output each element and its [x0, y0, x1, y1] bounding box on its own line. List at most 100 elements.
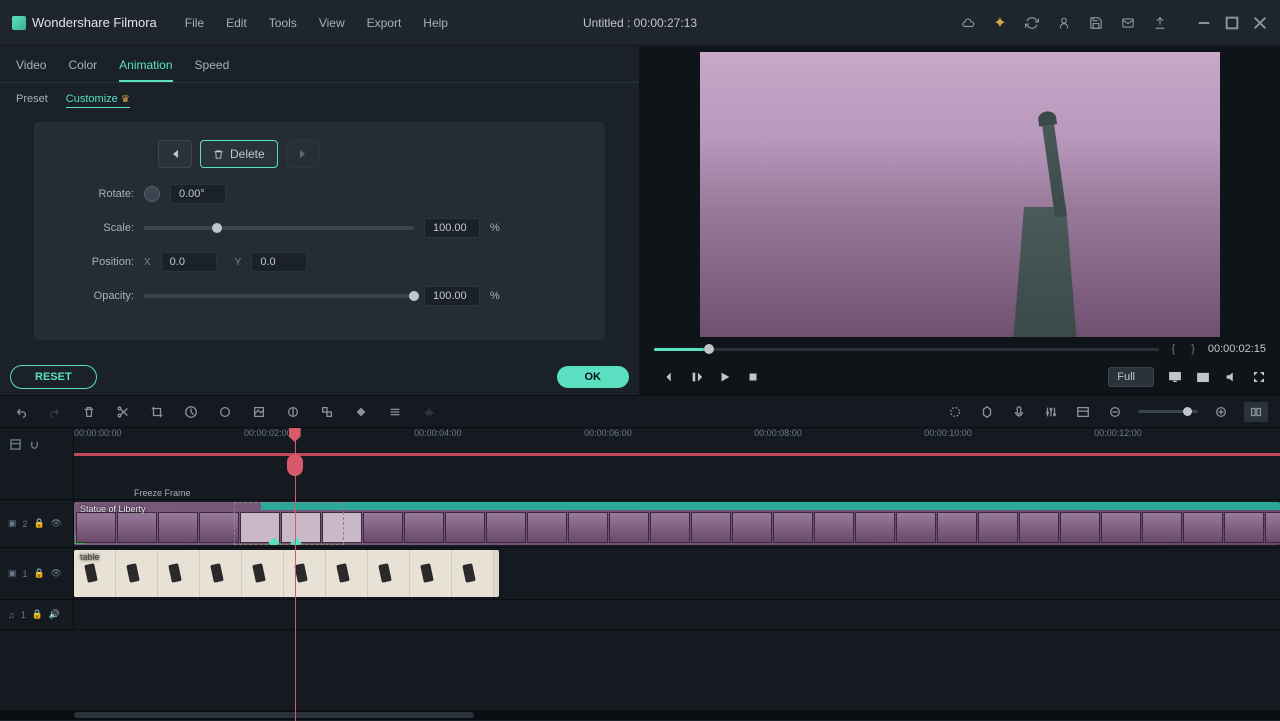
redo-icon[interactable] [46, 403, 64, 421]
track-type-icon: ♫ [8, 610, 15, 620]
position-x-input[interactable] [161, 252, 217, 272]
layout-icon[interactable] [1074, 403, 1092, 421]
snapshot-icon[interactable] [1196, 370, 1210, 384]
reset-button[interactable]: RESET [10, 365, 97, 389]
preview-viewport[interactable] [700, 52, 1220, 337]
effects-icon[interactable]: ✦ [992, 15, 1008, 31]
subtab-customize[interactable]: Customize ♛ [66, 93, 130, 108]
lock-icon[interactable]: 🔒 [34, 518, 45, 529]
timeline-ruler[interactable]: 00:00:00:00 00:00:02:00 00:00:04:00 00:0… [74, 428, 1280, 456]
upload-icon[interactable] [1152, 15, 1168, 31]
zoom-out-icon[interactable] [1106, 403, 1124, 421]
zoom-fit-icon[interactable] [1244, 402, 1268, 422]
timeline: 00:00:00:00 00:00:02:00 00:00:04:00 00:0… [0, 395, 1280, 720]
play-button[interactable] [718, 370, 732, 384]
title-right: ✦ [960, 15, 1268, 31]
timeline-scrollbar[interactable] [0, 710, 1280, 720]
clip-statue[interactable]: Statue of Liberty [74, 502, 1280, 545]
menu-help[interactable]: Help [413, 12, 458, 34]
maximize-button[interactable] [1224, 15, 1240, 31]
rotate-label: Rotate: [58, 188, 134, 200]
refresh-icon[interactable] [1024, 15, 1040, 31]
voice-icon[interactable] [1010, 403, 1028, 421]
titlebar: Wondershare Filmora File Edit Tools View… [0, 0, 1280, 46]
eye-icon[interactable]: 👁 [51, 568, 62, 579]
mixer-icon[interactable] [1042, 403, 1060, 421]
save-icon[interactable] [1088, 15, 1104, 31]
green-screen-icon[interactable] [250, 403, 268, 421]
menu-bar: File Edit Tools View Export Help [175, 12, 458, 34]
crown-icon: ♛ [121, 94, 130, 105]
tab-speed[interactable]: Speed [195, 54, 230, 82]
opacity-input[interactable] [424, 286, 480, 306]
clip-selection[interactable] [234, 502, 344, 545]
audio-sync-icon[interactable] [420, 403, 438, 421]
menu-file[interactable]: File [175, 12, 214, 34]
zoom-in-icon[interactable] [1212, 403, 1230, 421]
preview-timecode: 00:00:02:15 [1208, 343, 1266, 355]
split-icon[interactable] [114, 403, 132, 421]
stop-button[interactable] [746, 370, 760, 384]
marker-icon[interactable] [978, 403, 996, 421]
minimize-button[interactable] [1196, 15, 1212, 31]
speed-icon[interactable] [182, 403, 200, 421]
rotate-input[interactable] [170, 184, 226, 204]
menu-tools[interactable]: Tools [259, 12, 307, 34]
motion-icon[interactable] [318, 403, 336, 421]
menu-view[interactable]: View [309, 12, 355, 34]
snap-icon[interactable] [29, 437, 40, 448]
preview-seek-bar[interactable] [654, 348, 1159, 351]
keyframe-icon[interactable] [352, 403, 370, 421]
delete-keyframe-button[interactable]: Delete [200, 140, 278, 168]
display-icon[interactable] [1168, 370, 1182, 384]
render-icon[interactable] [946, 403, 964, 421]
next-keyframe-button[interactable] [286, 140, 320, 168]
undo-icon[interactable] [12, 403, 30, 421]
rotate-dial[interactable] [144, 186, 160, 202]
cloud-icon[interactable] [960, 15, 976, 31]
account-icon[interactable] [1056, 15, 1072, 31]
ok-button[interactable]: OK [557, 366, 630, 388]
scale-slider[interactable] [144, 226, 414, 230]
zoom-slider[interactable] [1138, 410, 1198, 413]
fullscreen-icon[interactable] [1252, 370, 1266, 384]
track-type-icon: ▣ [8, 518, 17, 529]
menu-edit[interactable]: Edit [216, 12, 257, 34]
subtab-preset[interactable]: Preset [16, 93, 48, 108]
mask-icon[interactable] [284, 403, 302, 421]
eye-icon[interactable]: 👁 [51, 518, 62, 529]
adjust-icon[interactable] [386, 403, 404, 421]
volume-icon[interactable] [1224, 370, 1238, 384]
track-head-v2: ▣ 2 🔒 👁 [0, 500, 74, 547]
position-y-input[interactable] [251, 252, 307, 272]
mark-in-icon[interactable]: { [1169, 343, 1179, 355]
opacity-slider[interactable] [144, 294, 414, 298]
lock-icon[interactable]: 🔒 [34, 568, 45, 579]
tab-video[interactable]: Video [16, 54, 46, 82]
document-title: Untitled : 00:00:27:13 [583, 16, 697, 30]
play-pause-button[interactable] [690, 370, 704, 384]
menu-export[interactable]: Export [357, 12, 412, 34]
prev-frame-button[interactable] [662, 370, 676, 384]
mail-icon[interactable] [1120, 15, 1136, 31]
app-logo: Wondershare Filmora [12, 15, 157, 30]
prev-keyframe-button[interactable] [158, 140, 192, 168]
delete-icon[interactable] [80, 403, 98, 421]
mark-out-icon[interactable]: } [1188, 343, 1198, 355]
playhead[interactable] [295, 428, 296, 721]
scale-label: Scale: [58, 222, 134, 234]
logo-icon [12, 16, 26, 30]
quality-select[interactable]: Full [1108, 367, 1154, 387]
mute-icon[interactable]: 🔊 [49, 609, 60, 620]
lock-icon[interactable]: 🔒 [32, 609, 43, 620]
track-manage-icon[interactable] [10, 437, 21, 448]
crop-icon[interactable] [148, 403, 166, 421]
tab-animation[interactable]: Animation [119, 54, 172, 82]
scale-input[interactable] [424, 218, 480, 238]
scale-unit: % [490, 222, 510, 234]
preview-panel: { } 00:00:02:15 Full [640, 46, 1280, 395]
clip-table[interactable]: table [74, 550, 499, 597]
close-button[interactable] [1252, 15, 1268, 31]
color-icon[interactable] [216, 403, 234, 421]
tab-color[interactable]: Color [68, 54, 97, 82]
